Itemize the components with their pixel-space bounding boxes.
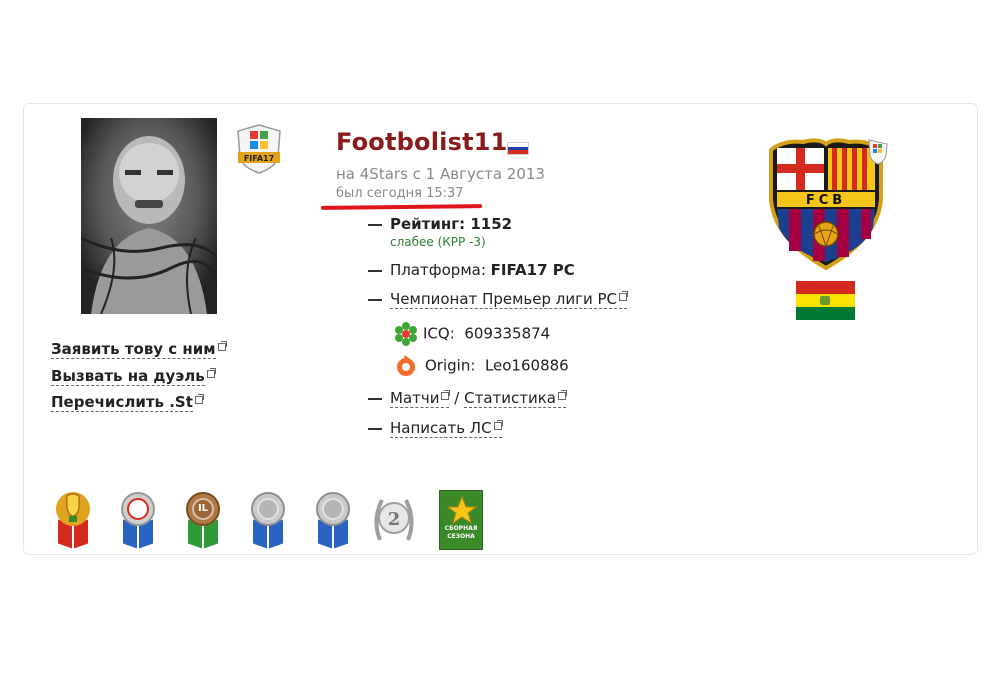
russia-flag-icon	[507, 142, 529, 155]
avatar[interactable]	[81, 118, 217, 314]
medal-text: 2	[388, 509, 401, 530]
dash	[368, 269, 382, 272]
trophy-medal-icon[interactable]	[49, 490, 97, 549]
laurel-medal-icon[interactable]: IL	[179, 490, 227, 549]
medal-text: IL	[192, 498, 214, 520]
claim-link[interactable]: Заявить тову с ним	[51, 340, 227, 359]
fc-barcelona-crest-icon[interactable]: FCB	[763, 138, 889, 271]
external-link-icon	[493, 420, 503, 430]
fifa17-badge-icon: FIFA17	[236, 123, 282, 175]
matches-label: Матчи	[390, 389, 440, 407]
laurel-medal-icon[interactable]: 2	[370, 490, 418, 548]
platform-value: FIFA17 PC	[490, 261, 575, 279]
icq-label: ICQ:	[423, 324, 455, 343]
origin-icon	[397, 355, 415, 376]
external-link-icon	[194, 394, 204, 404]
dash	[368, 223, 382, 226]
last-seen: был сегодня 15:37	[336, 186, 464, 201]
ribbon-medal-icon[interactable]	[309, 490, 357, 549]
ribbon-medal-icon[interactable]	[244, 490, 292, 549]
origin-label: Origin:	[425, 356, 476, 375]
rating-line: Рейтинг: 1152	[368, 215, 512, 233]
icq-flower-icon	[395, 322, 417, 346]
bolivia-flag-icon	[796, 281, 855, 320]
claim-label: Заявить тову с ним	[51, 340, 216, 359]
platform-line: Платформа: FIFA17 PC	[368, 261, 575, 279]
origin-line: Origin: Leo160886	[395, 354, 569, 378]
season-card-text: СБОРНАЯ СЕЗОНА	[444, 525, 478, 540]
icq-value: 609335874	[464, 324, 551, 343]
championship-label: Чемпионат Премьер лиги PC	[390, 290, 618, 308]
external-link-icon	[206, 368, 216, 378]
write-pm-line: Написать ЛС	[368, 419, 503, 438]
origin-value: Leo160886	[484, 356, 569, 375]
matches-link[interactable]: Матчи	[390, 389, 451, 408]
list-label: Перечислить .St	[51, 393, 193, 412]
rating-note: слабее (КРР -3)	[390, 235, 486, 249]
icq-line: ICQ: 609335874	[393, 322, 550, 346]
dash	[368, 427, 382, 430]
ribbon-medal-icon[interactable]	[114, 490, 162, 549]
championship-line: Чемпионат Премьер лиги PC	[368, 290, 629, 309]
external-link-icon	[217, 341, 227, 351]
rating-value: 1152	[470, 215, 513, 233]
challenge-link[interactable]: Вызвать на дуэль	[51, 367, 216, 386]
season-card-icon[interactable]: СБОРНАЯ СЕЗОНА	[439, 490, 483, 550]
matches-line: Матчи / Статистика	[368, 389, 567, 408]
list-link[interactable]: Перечислить .St	[51, 393, 204, 412]
championship-link[interactable]: Чемпионат Премьер лиги PC	[390, 290, 629, 309]
external-link-icon	[441, 390, 451, 400]
dash	[368, 298, 382, 301]
separator: /	[454, 389, 460, 407]
crest-letters: FCB	[806, 193, 846, 208]
write-pm-label: Написать ЛС	[390, 419, 492, 437]
external-link-icon	[619, 291, 629, 301]
write-pm-link[interactable]: Написать ЛС	[390, 419, 503, 438]
member-since: на 4Stars с 1 Августа 2013	[336, 165, 545, 183]
platform-label: Платформа:	[390, 261, 486, 279]
rating-label: Рейтинг:	[390, 215, 466, 233]
dash	[368, 397, 382, 400]
external-link-icon	[557, 390, 567, 400]
username: Footbolist11	[336, 128, 508, 156]
fifa17-badge-text: FIFA17	[244, 154, 274, 163]
challenge-label: Вызвать на дуэль	[51, 367, 205, 386]
statistics-label: Статистика	[464, 389, 556, 407]
statistics-link[interactable]: Статистика	[464, 389, 567, 408]
